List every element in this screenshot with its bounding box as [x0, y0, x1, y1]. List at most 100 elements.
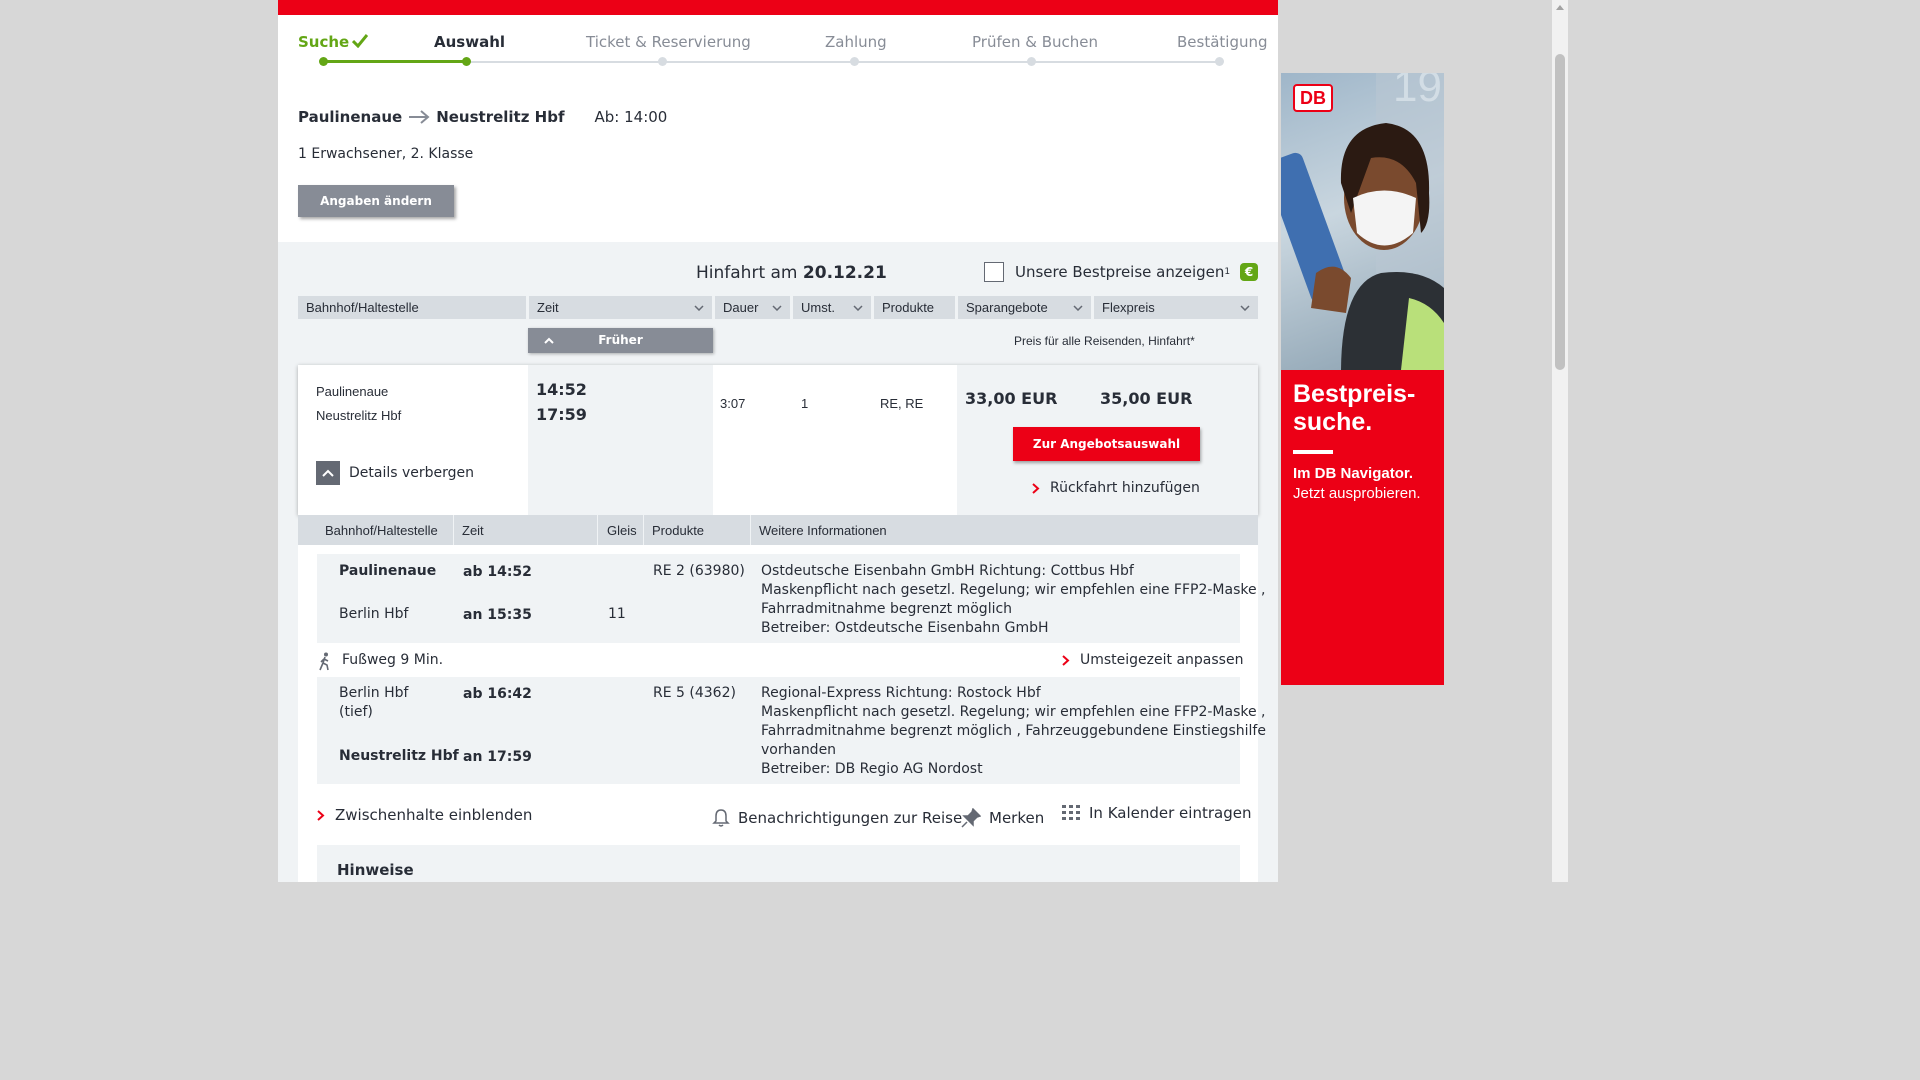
- connection-origin: Paulinenaue: [316, 384, 389, 399]
- offer-selection-button[interactable]: Zur Angebotsauswahl: [1013, 427, 1200, 461]
- step-zahlung: Zahlung: [825, 33, 887, 51]
- column-divider: [643, 515, 644, 545]
- leg1-info-line-2: Maskenpflicht nach gesetzl. Regelung; wi…: [761, 582, 1266, 598]
- ad-photo: 19 DB: [1281, 73, 1444, 373]
- chevron-down-icon: [694, 304, 704, 311]
- add-return-link[interactable]: Rückfahrt hinzufügen: [1032, 480, 1200, 496]
- leg1-product: RE 2 (63980): [653, 563, 745, 579]
- bestprice-label: Unsere Bestpreise anzeigen: [1015, 263, 1225, 281]
- change-search-button[interactable]: Angaben ändern: [298, 185, 454, 217]
- euro-icon: €: [1240, 263, 1259, 281]
- column-header-saver[interactable]: Sparangebote: [958, 296, 1091, 319]
- leg2-departure-station-line-1: Berlin Hbf: [339, 685, 409, 701]
- ad-headline-line-2: suche.: [1293, 408, 1373, 436]
- column-header-station: Bahnhof/Haltestelle: [298, 296, 526, 319]
- step-dot-zahlung: [850, 57, 859, 66]
- step-dot-pruefen: [1027, 57, 1036, 66]
- add-to-calendar-label: In Kalender eintragen: [1089, 804, 1252, 822]
- bell-icon: [712, 809, 730, 827]
- outbound-date-title: Hinfahrt am 20.12.21: [696, 263, 887, 283]
- db-logo: DB: [1293, 84, 1333, 112]
- hide-details-toggle[interactable]: Details verbergen: [316, 461, 474, 485]
- column-divider: [750, 515, 751, 545]
- bestprice-toggle[interactable]: Unsere Bestpreise anzeigen 1 €: [984, 262, 1259, 282]
- leg2-info-line-4: vorhanden: [761, 742, 837, 758]
- journey-leg-1: Paulinenaue ab 14:52 RE 2 (63980) Ostdeu…: [317, 554, 1266, 643]
- ad-divider: [1293, 450, 1333, 454]
- leg2-info-line-1: Regional-Express Richtung: Rostock Hbf: [761, 685, 1041, 701]
- earlier-connections-button[interactable]: Früher: [528, 328, 713, 353]
- step-dot-auswahl: [462, 57, 471, 66]
- connection-details: Paulinenaue ab 14:52 RE 2 (63980) Ostdeu…: [298, 545, 1266, 882]
- column-header-time-label: Zeit: [537, 300, 559, 315]
- column-header-products: Produkte: [874, 296, 955, 319]
- footnote-marker: 1: [1224, 267, 1231, 277]
- origin-station: Paulinenaue: [298, 108, 403, 126]
- leg2-product: RE 5 (4362): [653, 685, 736, 701]
- bookmark-label: Merken: [989, 809, 1045, 827]
- saver-price[interactable]: 33,00 EUR: [965, 389, 1057, 408]
- scrollbar-thumb[interactable]: [1555, 54, 1565, 370]
- step-suche[interactable]: Suche: [298, 33, 369, 51]
- chevron-right-icon: [1032, 482, 1040, 494]
- step-ticket-reservierung: Ticket & Reservierung: [586, 33, 751, 51]
- passenger-summary: 1 Erwachsener, 2. Klasse: [298, 146, 474, 162]
- leg1-arrival-station: Berlin Hbf: [339, 606, 409, 622]
- adjust-transfer-label: Umsteigezeit anpassen: [1080, 652, 1244, 668]
- pin-icon: [961, 808, 981, 828]
- results-panel: Hinfahrt am 20.12.21 Unsere Bestpreise a…: [278, 242, 1278, 882]
- column-header-duration[interactable]: Dauer: [715, 296, 790, 319]
- check-icon: [352, 34, 369, 48]
- outbound-date: 20.12.21: [802, 263, 887, 283]
- column-header-flex[interactable]: Flexpreis: [1094, 296, 1258, 319]
- notes-section-title: Hinweise: [317, 845, 1240, 882]
- chevron-up-icon: [316, 461, 340, 485]
- flex-price[interactable]: 35,00 EUR: [1100, 389, 1192, 408]
- step-bestaetigung: Bestätigung: [1177, 33, 1268, 51]
- svg-text:19: 19: [1393, 73, 1442, 111]
- column-divider: [597, 515, 598, 545]
- leg1-departure-time-text: ab 14:52: [463, 564, 532, 580]
- chevron-up-icon: [544, 337, 554, 344]
- column-header-time[interactable]: Zeit: [529, 296, 712, 319]
- progress-track-completed: [322, 60, 466, 63]
- details-col-info: Weitere Informationen: [759, 523, 887, 538]
- column-header-changes[interactable]: Umst.: [793, 296, 871, 319]
- scroll-up-arrow-icon[interactable]: [1556, 4, 1564, 10]
- bookmark-link[interactable]: Merken: [961, 808, 1044, 828]
- ad-headline-line-1: Bestpreis-: [1293, 380, 1416, 408]
- ad-subline-1: Im DB Navigator.: [1293, 465, 1414, 482]
- adjust-transfer-link[interactable]: Umsteigezeit anpassen: [1062, 652, 1243, 668]
- leg1-departure-station-text: Paulinenaue: [339, 563, 437, 579]
- price-note: Preis für alle Reisenden, Hinfahrt*: [1014, 334, 1195, 348]
- chevron-down-icon: [1240, 304, 1250, 311]
- db-navigator-ad[interactable]: 19 DB Bestpreis- suche. Im DB Navigator.…: [1281, 73, 1444, 685]
- leg1-arrival-time: an 15:35: [463, 606, 532, 625]
- transfer-row: Fußweg 9 Min. Umsteigezeit anpassen: [298, 647, 1258, 677]
- leg1-departure-time: ab 14:52: [463, 563, 532, 582]
- notifications-label: Benachrichtigungen zur Reise: [738, 809, 963, 827]
- chevron-right-icon: [1062, 654, 1070, 666]
- bestprice-checkbox[interactable]: [984, 262, 1004, 282]
- walk-duration: Fußweg 9 Min.: [342, 652, 444, 668]
- add-to-calendar-link[interactable]: In Kalender eintragen: [1061, 804, 1251, 822]
- ad-headline: Bestpreis- suche.: [1293, 380, 1415, 436]
- step-dot-bestaetigung: [1215, 57, 1224, 66]
- connection-changes: 1: [801, 396, 809, 411]
- departure-time: Ab: 14:00: [594, 108, 668, 126]
- column-divider: [453, 515, 454, 545]
- step-dot-suche: [319, 57, 328, 66]
- ad-text-panel: Bestpreis- suche. Im DB Navigator. Jetzt…: [1281, 370, 1444, 685]
- arrow-right-icon: [409, 110, 430, 124]
- details-col-platform: Gleis: [607, 523, 637, 538]
- journey-actions: Zwischenhalte einblenden Benachrichtigun…: [298, 803, 1258, 833]
- chevron-down-icon: [1073, 304, 1083, 311]
- page-scrollbar[interactable]: [1552, 0, 1568, 882]
- show-intermediate-stops-link[interactable]: Zwischenhalte einblenden: [317, 806, 532, 824]
- notifications-link[interactable]: Benachrichtigungen zur Reise: [712, 808, 962, 828]
- column-header-station-label: Bahnhof/Haltestelle: [306, 300, 419, 315]
- outbound-date-prefix: Hinfahrt am: [696, 263, 798, 283]
- hide-details-label: Details verbergen: [349, 465, 475, 481]
- ad-person-illustration: 19: [1281, 73, 1444, 373]
- walking-person-icon: [319, 652, 329, 671]
